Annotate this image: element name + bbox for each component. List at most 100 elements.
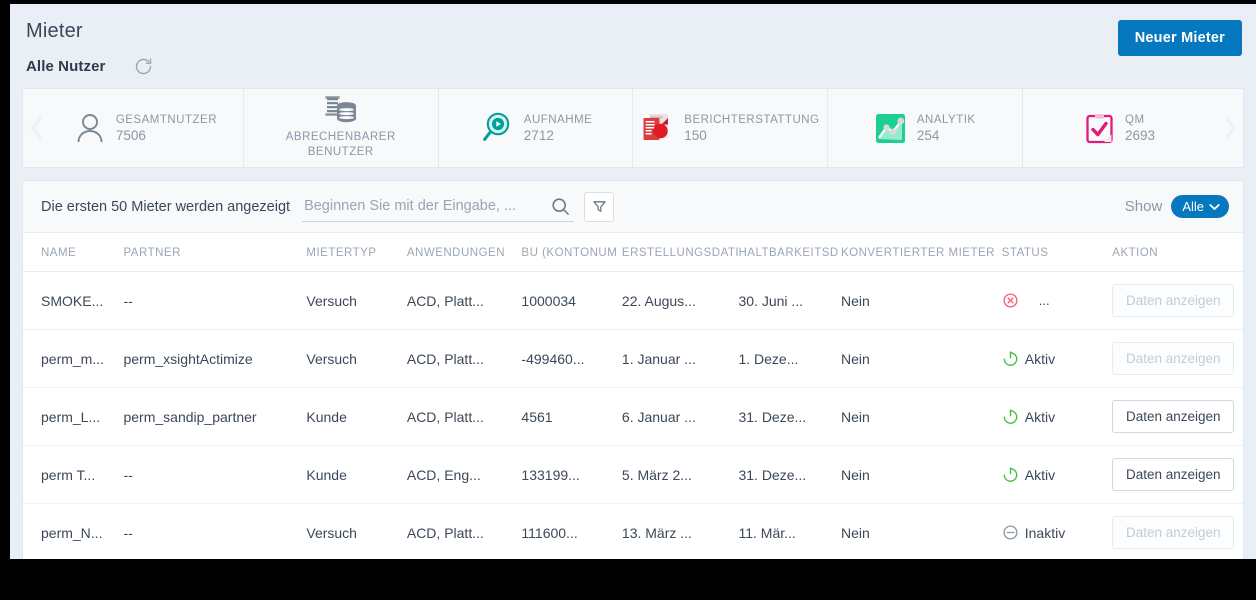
cell-partner: perm_sandip_partner [123,387,307,446]
column-header-anwendungen[interactable]: ANWENDUNGEN [406,233,522,272]
kpi-label: QM [1125,113,1145,126]
cell-type: Versuch [306,271,407,330]
page-subtitle: Alle Nutzer [26,57,106,75]
table-row[interactable]: perm T... -- Kunde ACD, Eng... 133199... 5. M… [23,445,1243,504]
table-row[interactable]: SMOKE... -- Versuch ACD, Platt... 1000034 22.… [23,271,1243,330]
status-badge: Aktiv [1002,408,1107,425]
tenant-table: NAME PARTNER MIETERTYP ANWENDUNGEN BU (K… [23,233,1243,559]
result-count-note: Die ersten 50 Mieter werden angezeigt [41,198,291,215]
show-dropdown-value: Alle [1182,199,1204,214]
status-badge: Aktiv [1002,466,1107,483]
cell-apps: ACD, Platt... [406,271,522,330]
column-header-aktion: AKTION [1112,233,1243,272]
tenant-table-card: Die ersten 50 Mieter werden angezeigt Sh… [22,180,1244,559]
power-on-icon [1002,350,1019,367]
cell-type: Versuch [306,503,407,559]
column-header-bu[interactable]: BU (KONTONUM [521,233,622,272]
kpi-label: AUFNAHME [523,113,593,126]
cell-converted: Nein [840,387,1002,446]
kpi-label: ABRECHENBARER BENUTZER [285,131,396,158]
cell-apps: ACD, Eng... [406,445,522,504]
cell-status: ... [1001,271,1113,330]
table-row[interactable]: perm_m... perm_xsightActimize Versuch ACD, … [23,329,1243,388]
column-header-status[interactable]: STATUS [1001,233,1113,272]
cell-name: SMOKE... [23,271,124,330]
cell-converted: Nein [840,445,1002,504]
view-data-button: Daten anzeigen [1112,516,1235,549]
cell-created: 1. Januar ... [621,329,739,388]
cell-created: 22. Augus... [621,271,739,330]
refresh-icon[interactable] [131,54,155,78]
search-input[interactable] [302,198,548,214]
cell-apps: ACD, Platt... [406,329,522,388]
view-data-button: Daten anzeigen [1112,284,1235,317]
table-header-row: NAME PARTNER MIETERTYP ANWENDUNGEN BU (K… [23,233,1243,272]
status-text: Aktiv [1024,408,1056,425]
kpi-value: 2712 [523,127,554,143]
cell-partner: -- [123,445,307,504]
status-text: Aktiv [1024,466,1056,483]
cell-status: Aktiv [1001,445,1113,504]
cell-converted: Nein [840,271,1002,330]
user-icon [75,112,105,144]
kpi-label: GESAMTNUTZER [115,113,218,126]
kpi-value: 150 [684,127,707,143]
table-row[interactable]: perm_L... perm_sandip_partner Kunde ACD, Pl… [23,387,1243,446]
tenant-table-scroll[interactable]: NAME PARTNER MIETERTYP ANWENDUNGEN BU (K… [23,233,1243,559]
status-badge: Inaktiv [1002,524,1107,541]
cell-action: Daten anzeigen [1112,503,1243,559]
cell-apps: ACD, Platt... [406,387,522,446]
kpi-card-gesamtnutzer[interactable]: GESAMTNUTZER 7506 [49,89,244,167]
coins-database-icon [323,94,359,128]
kpi-card-aufnahme[interactable]: AUFNAHME 2712 [439,89,634,167]
cell-bu: 1000034 [521,271,622,330]
filter-funnel-icon[interactable] [584,191,615,222]
cell-expiry: 11. Mär... [738,503,841,559]
cell-status: Aktiv [1001,387,1113,446]
column-header-name[interactable]: NAME [23,233,124,272]
cell-bu: 111600... [521,503,622,559]
show-dropdown[interactable]: Alle [1171,195,1229,218]
cell-apps: ACD, Platt... [406,503,522,559]
cell-expiry: 31. Deze... [738,387,841,446]
cell-status: Inaktiv [1001,503,1113,559]
kpi-value: 2693 [1125,127,1156,143]
cell-converted: Nein [840,503,1002,559]
new-tenant-button[interactable]: Neuer Mieter [1117,20,1242,56]
column-header-konvertierter-mieter[interactable]: KONVERTIERTER MIETER [840,233,1002,272]
column-header-erstellungsdatum[interactable]: ERSTELLUNGSDATI [621,233,739,272]
power-on-icon [1002,466,1019,483]
chevron-left-icon[interactable] [23,89,49,167]
column-header-mietertyp[interactable]: MIETERTYP [306,233,407,272]
search-icon[interactable] [547,197,574,216]
kpi-card-analytik[interactable]: ANALYTIK 254 [828,89,1024,167]
cell-created: 6. Januar ... [621,387,739,446]
kpi-card-berichterstattung[interactable]: BERICHTERSTATTUNG 150 [633,89,829,167]
cell-type: Versuch [306,329,407,388]
kpi-card-abrechenbarer-benutzer[interactable]: ABRECHENBARER BENUTZER [244,89,439,167]
cell-name: perm_m... [23,329,124,388]
show-label: Show [1124,198,1163,215]
show-filter-group: Show Alle [1125,195,1229,218]
reporting-document-icon [641,112,673,144]
app-viewport: Mieter Alle Nutzer Neuer Mieter GESAMTNU… [10,4,1256,559]
chevron-right-icon[interactable] [1217,89,1243,167]
column-header-haltbarkeitsdatum[interactable]: HALTBARKEITSD [738,233,841,272]
view-data-button[interactable]: Daten anzeigen [1112,400,1235,433]
status-text: Aktiv [1024,350,1056,367]
view-data-button: Daten anzeigen [1112,342,1235,375]
cell-action: Daten anzeigen [1112,329,1243,388]
cell-created: 5. März 2... [621,445,739,504]
kpi-card-qm[interactable]: QM 2693 [1023,89,1217,167]
table-row[interactable]: perm_N... -- Versuch ACD, Platt... 111600...… [23,503,1243,559]
minus-circle-icon [1002,524,1019,541]
column-header-partner[interactable]: PARTNER [123,233,307,272]
cell-expiry: 31. Deze... [738,445,841,504]
cell-partner: -- [123,271,307,330]
view-data-button[interactable]: Daten anzeigen [1112,458,1235,491]
status-badge: ... [1002,292,1107,309]
kpi-value: 254 [916,127,940,143]
search-box [302,192,575,222]
kpi-value: 7506 [115,127,146,143]
cell-action: Daten anzeigen [1112,271,1243,330]
